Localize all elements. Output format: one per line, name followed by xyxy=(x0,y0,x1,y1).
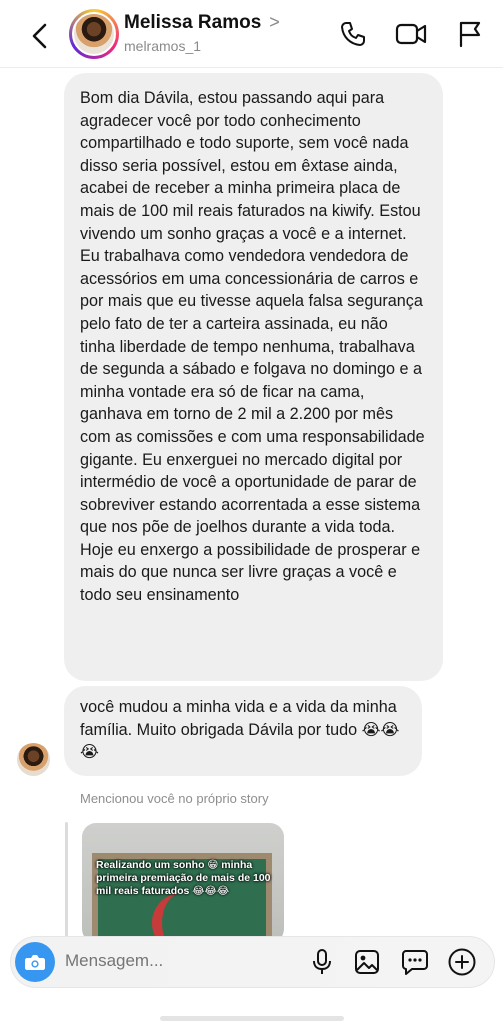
report-button[interactable] xyxy=(454,18,486,50)
image-icon xyxy=(355,950,379,974)
sender-avatar[interactable] xyxy=(17,743,50,776)
home-indicator xyxy=(160,1016,344,1021)
chat-bubble-icon xyxy=(402,950,428,975)
story-reply-bar xyxy=(65,822,68,940)
gallery-button[interactable] xyxy=(352,947,382,977)
story-caption: Realizando um sonho 😁 minha primeira pre… xyxy=(96,859,271,897)
message-bubble[interactable]: Bom dia Dávila, estou passando aqui para… xyxy=(64,73,443,681)
sticker-button[interactable] xyxy=(400,947,430,977)
story-preview[interactable]: Realizando um sonho 😁 minha primeira pre… xyxy=(82,823,284,943)
video-camera-icon xyxy=(395,23,427,45)
voice-message-button[interactable] xyxy=(307,947,337,977)
message-composer xyxy=(10,936,495,988)
message-text: Bom dia Dávila, estou passando aqui para… xyxy=(80,89,425,605)
profile-name: Melissa Ramos xyxy=(124,12,262,33)
camera-button[interactable] xyxy=(15,942,55,982)
back-button[interactable] xyxy=(22,18,58,54)
chevron-left-icon xyxy=(32,23,47,49)
message-input[interactable] xyxy=(65,951,265,971)
plus-icon xyxy=(448,948,476,976)
microphone-icon xyxy=(313,949,331,974)
profile-info[interactable]: Melissa Ramos > melramos_1 xyxy=(124,11,280,55)
video-call-button[interactable] xyxy=(395,18,427,50)
camera-icon xyxy=(25,955,45,970)
phone-icon xyxy=(341,22,365,46)
flag-icon xyxy=(459,21,481,48)
call-button[interactable] xyxy=(337,18,369,50)
more-button[interactable] xyxy=(447,947,477,977)
message-text: você mudou a minha vida e a vida da minh… xyxy=(80,698,400,762)
chevron-right-icon: > xyxy=(269,11,280,32)
story-mention-label: Mencionou você no próprio story xyxy=(80,791,269,806)
profile-avatar[interactable] xyxy=(69,9,119,59)
profile-username: melramos_1 xyxy=(124,38,202,54)
message-bubble[interactable]: você mudou a minha vida e a vida da minh… xyxy=(64,686,422,776)
chat-header: Melissa Ramos > melramos_1 xyxy=(0,0,503,68)
